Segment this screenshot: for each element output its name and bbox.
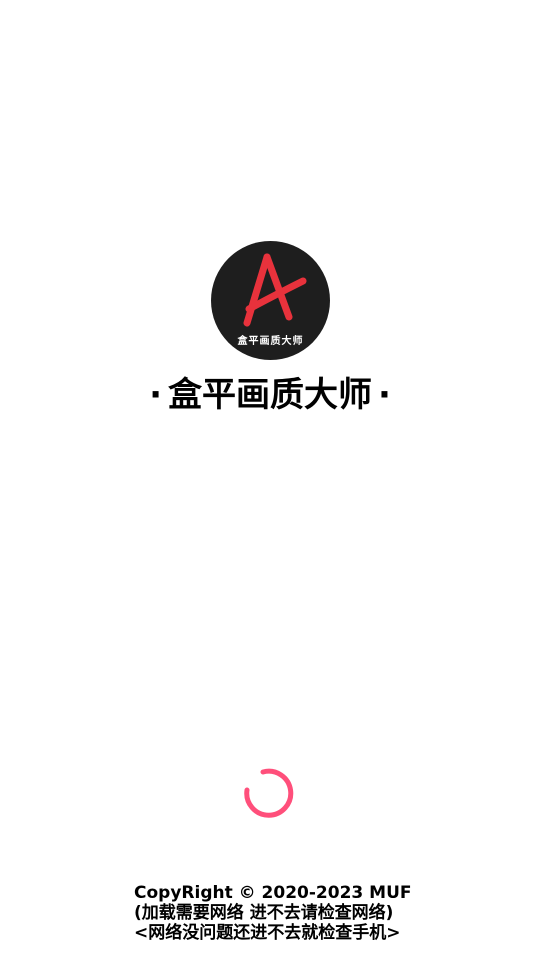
app-title-text: 盒平画质大师: [168, 375, 372, 415]
logo-caption: 盒平画质大师: [237, 336, 304, 347]
footer: CopyRight © 2020-2023 MUF (加载需要网络 进不去请检查…: [134, 883, 434, 943]
phone-note: <网络没问题还进不去就检查手机>: [134, 923, 401, 943]
title-left-dot: ·: [149, 375, 162, 415]
network-note: (加载需要网络 进不去请检查网络): [134, 903, 394, 923]
copyright-text: CopyRight © 2020-2023 MUF: [134, 883, 412, 903]
app-logo: 盒平画质大师: [211, 241, 330, 360]
loading-spinner-icon: [244, 768, 294, 818]
app-title: · 盒平画质大师 ·: [0, 373, 540, 417]
title-right-dot: ·: [378, 375, 391, 415]
